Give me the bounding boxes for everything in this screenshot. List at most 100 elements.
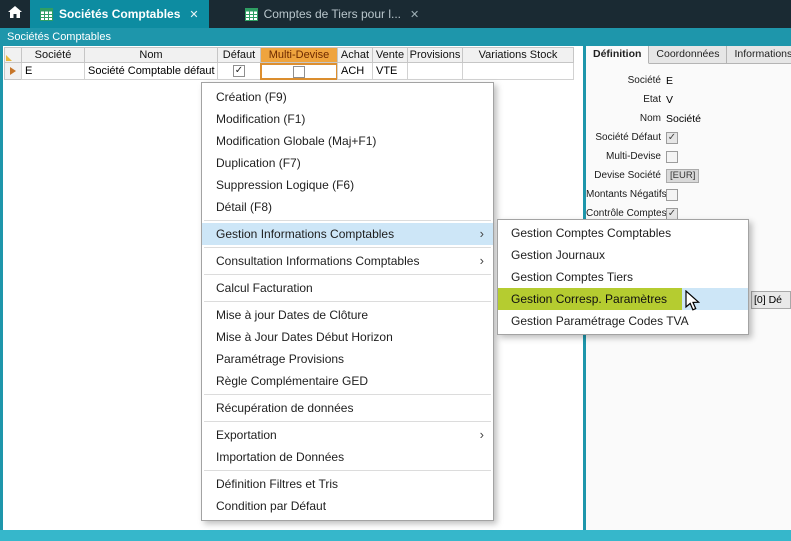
field-label: Etat — [586, 94, 666, 105]
menu-item[interactable]: Règle Complémentaire GED — [202, 370, 493, 392]
field-checkbox[interactable]: ✓ — [666, 208, 678, 220]
cell-nom[interactable]: Société Comptable défaut — [84, 63, 218, 80]
panel-tab-coordonn-es[interactable]: Coordonnées — [649, 46, 727, 63]
form-row: Devise Société[EUR] — [586, 166, 791, 185]
menu-separator — [204, 394, 491, 395]
cell-vente[interactable]: VTE — [372, 63, 408, 80]
table-header-row: SociétéNomDéfautMulti-DeviseAchatVentePr… — [4, 47, 574, 63]
menu-item[interactable]: Modification Globale (Maj+F1) — [202, 130, 493, 152]
menu-item[interactable]: Importation de Données — [202, 446, 493, 468]
menu-separator — [204, 421, 491, 422]
field-label: Société Défaut — [586, 132, 666, 143]
cell-variations-stock[interactable] — [462, 63, 574, 80]
menu-item-label: Règle Complémentaire GED — [216, 374, 368, 388]
home-button[interactable] — [0, 0, 30, 28]
menu-item[interactable]: Paramétrage Provisions — [202, 348, 493, 370]
column-header-provisions[interactable]: Provisions — [407, 47, 463, 63]
column-header-achat[interactable]: Achat — [337, 47, 373, 63]
field-checkbox[interactable] — [666, 189, 678, 201]
field-checkbox[interactable]: ✓ — [666, 132, 678, 144]
tab-label: Comptes de Tiers pour l... — [264, 7, 401, 21]
tab-label: Sociétés Comptables — [59, 7, 180, 21]
definition-form: SociétéEEtatVNomSociétéSociété Défaut✓Mu… — [586, 64, 791, 223]
cell-multi-devise[interactable] — [260, 63, 338, 80]
submenu-item[interactable]: Gestion Paramétrage Codes TVA — [498, 310, 748, 332]
menu-item[interactable]: Calcul Facturation — [202, 277, 493, 299]
document-tab[interactable]: Comptes de Tiers pour l... ✕ — [235, 0, 430, 28]
panel-tab-informations[interactable]: Informations — [727, 46, 791, 63]
menu-item[interactable]: Détail (F8) — [202, 196, 493, 218]
menu-item-label: Exportation — [216, 428, 277, 442]
menu-item[interactable]: Mise à Jour Dates Début Horizon — [202, 326, 493, 348]
submenu-item-label: Gestion Corresp. Paramètres — [498, 288, 682, 310]
menu-item[interactable]: Définition Filtres et Tris — [202, 473, 493, 495]
menu-item-label: Définition Filtres et Tris — [216, 477, 338, 491]
menu-item-label: Condition par Défaut — [216, 499, 326, 513]
menu-item[interactable]: Mise à jour Dates de Clôture — [202, 304, 493, 326]
menu-item[interactable]: Gestion Informations Comptables› — [202, 223, 493, 245]
menu-item[interactable]: Modification (F1) — [202, 108, 493, 130]
cell-defaut[interactable]: ✓ — [217, 63, 261, 80]
detail-panel-tabs: DéfinitionCoordonnéesInformations — [586, 46, 791, 64]
submenu-item-label: Gestion Comptes Tiers — [511, 270, 633, 284]
menu-item[interactable]: Consultation Informations Comptables › — [202, 250, 493, 272]
submenu-arrow-icon: › — [480, 424, 484, 446]
document-tab[interactable]: Sociétés Comptables ✕ — [30, 0, 209, 28]
menu-item-label: Consultation Informations Comptables — [216, 254, 419, 268]
bottom-bar — [0, 530, 791, 541]
table-document-icon — [245, 8, 258, 21]
menu-item[interactable]: Exportation › — [202, 424, 493, 446]
devise-button[interactable]: [EUR] — [666, 169, 699, 183]
menu-item-label: Mise à jour Dates de Clôture — [216, 308, 368, 322]
menu-separator — [204, 220, 491, 221]
menu-item-label: Duplication (F7) — [216, 156, 301, 170]
multi-devise-checkbox[interactable] — [293, 66, 305, 78]
menu-item[interactable]: Suppression Logique (F6) — [202, 174, 493, 196]
menu-item[interactable]: Création (F9) — [202, 86, 493, 108]
defaut-checkbox[interactable]: ✓ — [233, 65, 245, 77]
submenu-item[interactable]: Gestion Journaux — [498, 244, 748, 266]
submenu-item[interactable]: Gestion Comptes Tiers — [498, 266, 748, 288]
home-icon — [7, 5, 23, 24]
field-label: Société — [586, 75, 666, 86]
menu-separator — [204, 470, 491, 471]
row-selector-cell[interactable] — [4, 63, 22, 80]
menu-item[interactable]: Condition par Défaut — [202, 495, 493, 517]
menu-item-label: Détail (F8) — [216, 200, 272, 214]
column-header-vente[interactable]: Vente — [372, 47, 408, 63]
table-row[interactable]: ESociété Comptable défaut ✓ ACHVTE — [4, 63, 574, 80]
submenu-item[interactable]: Gestion Comptes Comptables — [498, 222, 748, 244]
cell-societe[interactable]: E — [21, 63, 85, 80]
form-row: Multi-Devise — [586, 147, 791, 166]
menu-item-label: Mise à Jour Dates Début Horizon — [216, 330, 393, 344]
cell-achat[interactable]: ACH — [337, 63, 373, 80]
column-header-societe[interactable]: Société — [21, 47, 85, 63]
menu-item-label: Modification (F1) — [216, 112, 305, 126]
table-document-icon — [40, 8, 53, 21]
field-label: Contrôle Comptes — [586, 208, 666, 219]
menu-separator — [204, 247, 491, 248]
defaut-button-partial[interactable]: [0] Dé — [751, 291, 791, 309]
cell-provisions[interactable] — [407, 63, 463, 80]
menu-separator — [204, 274, 491, 275]
close-icon[interactable]: ✕ — [410, 8, 419, 21]
submenu-item[interactable]: Gestion Corresp. Paramètres — [498, 288, 748, 310]
submenu-arrow-icon: › — [480, 250, 484, 272]
menu-item-label: Suppression Logique (F6) — [216, 178, 354, 192]
column-header-nom[interactable]: Nom — [84, 47, 218, 63]
close-icon[interactable]: ✕ — [189, 8, 198, 21]
menu-item[interactable]: Duplication (F7) — [202, 152, 493, 174]
field-checkbox[interactable] — [666, 151, 678, 163]
column-header-defaut[interactable]: Défaut — [217, 47, 261, 63]
column-header-multi-devise[interactable]: Multi-Devise — [260, 47, 338, 63]
menu-item-label: Calcul Facturation — [216, 281, 313, 295]
panel-tab-d-finition[interactable]: Définition — [586, 46, 649, 64]
menu-item[interactable]: Récupération de données — [202, 397, 493, 419]
form-row: EtatV — [586, 90, 791, 109]
context-submenu: Gestion Comptes Comptables Gestion Journa… — [497, 219, 749, 335]
selector-column-header[interactable] — [4, 47, 22, 63]
menu-item-label: Modification Globale (Maj+F1) — [216, 134, 376, 148]
column-header-variations-stock[interactable]: Variations Stock — [462, 47, 574, 63]
menu-item-label: Création (F9) — [216, 90, 287, 104]
submenu-item-label: Gestion Comptes Comptables — [511, 226, 671, 240]
